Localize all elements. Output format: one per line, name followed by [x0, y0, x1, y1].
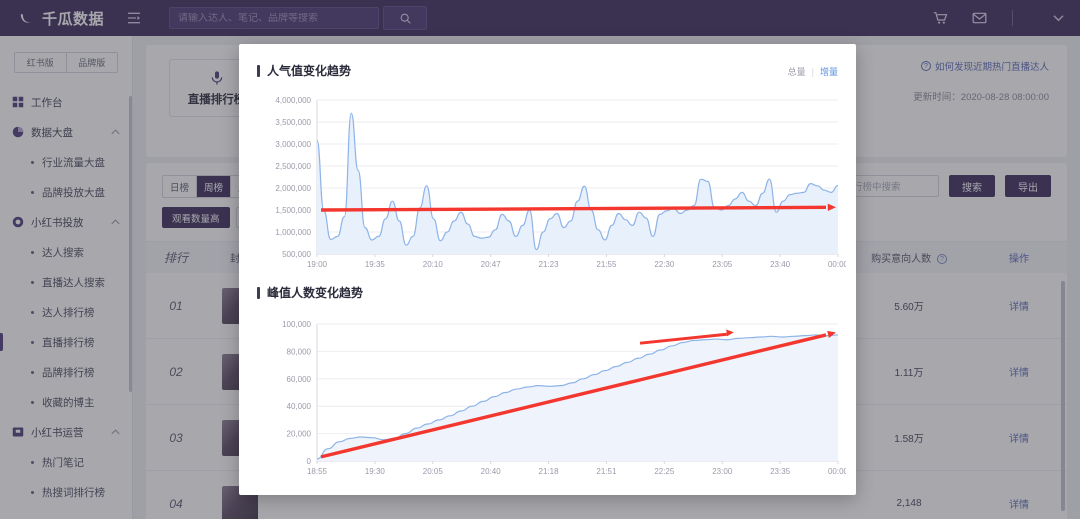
svg-text:00:00: 00:00 — [828, 467, 846, 476]
svg-text:21:51: 21:51 — [596, 467, 617, 476]
popularity-trend-title-label: 人气值变化趋势 — [267, 64, 352, 78]
popularity-trend-chart: 500,000 1,000,000 1,500,000 2,000,000 2,500,… — [249, 90, 846, 280]
svg-text:19:35: 19:35 — [365, 260, 386, 269]
svg-text:20:05: 20:05 — [423, 467, 444, 476]
svg-text:3,500,000: 3,500,000 — [275, 118, 311, 127]
svg-text:20:10: 20:10 — [423, 260, 444, 269]
chart-area-fill — [317, 334, 838, 461]
peak-viewers-trend-title: 峰值人数变化趋势 — [257, 284, 363, 301]
svg-text:23:40: 23:40 — [770, 260, 791, 269]
popularity-trend-title: 人气值变化趋势 — [257, 62, 351, 79]
svg-text:500,000: 500,000 — [282, 250, 311, 259]
svg-text:18:55: 18:55 — [307, 467, 328, 476]
svg-text:19:30: 19:30 — [365, 467, 386, 476]
toggle-divider: | — [811, 66, 814, 77]
svg-text:100,000: 100,000 — [282, 320, 311, 329]
svg-text:21:23: 21:23 — [539, 260, 560, 269]
svg-text:20,000: 20,000 — [287, 430, 312, 439]
toggle-delta[interactable]: 增量 — [820, 65, 838, 78]
svg-text:20:47: 20:47 — [481, 260, 502, 269]
svg-text:2,500,000: 2,500,000 — [275, 162, 311, 171]
svg-text:4,000,000: 4,000,000 — [275, 96, 311, 105]
svg-text:80,000: 80,000 — [287, 347, 312, 356]
peak-viewers-trend-title-label: 峰值人数变化趋势 — [267, 286, 364, 300]
svg-text:40,000: 40,000 — [287, 402, 312, 411]
metric-toggle: 总量 | 增量 — [788, 65, 838, 78]
toggle-total[interactable]: 总量 — [788, 65, 806, 78]
svg-text:23:35: 23:35 — [770, 467, 791, 476]
trend-modal: 人气值变化趋势 总量 | 增量 500,000 1,000,000 1,500,00… — [239, 44, 856, 495]
svg-text:3,000,000: 3,000,000 — [275, 140, 311, 149]
svg-text:60,000: 60,000 — [287, 375, 312, 384]
peak-viewers-trend-chart: 0 20,000 40,000 60,000 80,000 100,000 18:55 19:… — [249, 312, 846, 487]
svg-text:21:55: 21:55 — [596, 260, 617, 269]
app-root: 千瓜数据 请输入达人、笔记、品牌等搜索 红书版 品牌版 工作台 数据大盘 行业流… — [0, 0, 1080, 519]
svg-text:1,500,000: 1,500,000 — [275, 206, 311, 215]
title-accent-bar — [257, 64, 260, 77]
svg-text:2,000,000: 2,000,000 — [275, 184, 311, 193]
svg-text:1,000,000: 1,000,000 — [275, 228, 311, 237]
svg-text:20:40: 20:40 — [481, 467, 502, 476]
svg-text:0: 0 — [307, 457, 312, 466]
svg-text:23:05: 23:05 — [712, 260, 733, 269]
svg-text:19:00: 19:00 — [307, 260, 328, 269]
chart-area-fill — [317, 113, 838, 254]
popularity-trend-svg: 500,000 1,000,000 1,500,000 2,000,000 2,500,… — [275, 96, 846, 269]
svg-text:00:00: 00:00 — [828, 260, 846, 269]
title-accent-bar — [257, 286, 260, 299]
svg-text:23:00: 23:00 — [712, 467, 733, 476]
svg-text:22:25: 22:25 — [654, 467, 675, 476]
svg-text:21:18: 21:18 — [539, 467, 560, 476]
peak-viewers-trend-svg: 0 20,000 40,000 60,000 80,000 100,000 18:55 19:… — [282, 320, 846, 476]
svg-text:22:30: 22:30 — [654, 260, 675, 269]
